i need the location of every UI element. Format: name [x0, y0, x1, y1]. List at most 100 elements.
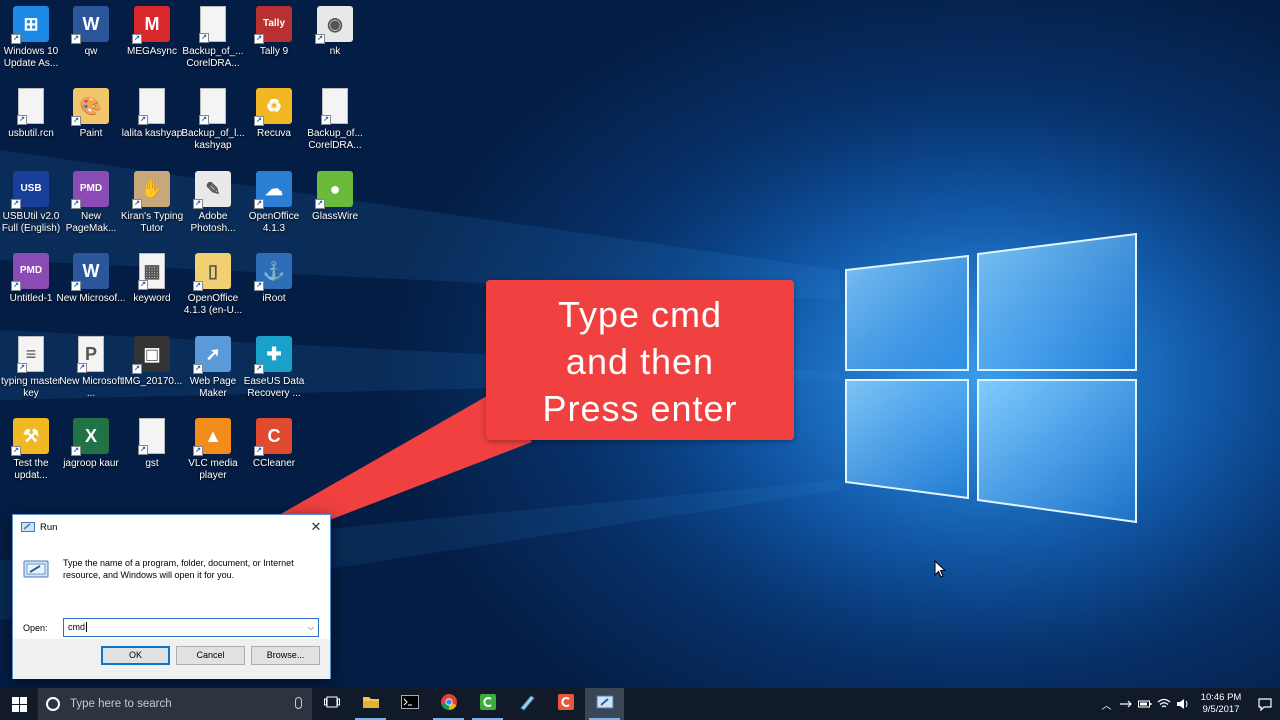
cancel-button[interactable]: Cancel: [176, 646, 245, 665]
run-app-icon: [596, 695, 614, 714]
shortcut-arrow-icon: ↗: [193, 446, 203, 456]
desktop-icon[interactable]: ✋ ↗ Kiran's Typing Tutor: [121, 165, 183, 245]
desktop-icon[interactable]: ✎ ↗ Adobe Photosh...: [182, 165, 244, 245]
desktop-icon-label: Kiran's Typing Tutor: [120, 211, 184, 234]
close-icon[interactable]: ✕: [308, 519, 324, 535]
shortcut-arrow-icon: ↗: [254, 116, 264, 126]
desktop-icon[interactable]: ⚒ ↗ Test the updat...: [0, 412, 62, 492]
desktop-icon[interactable]: ↗ Backup_of_... CorelDRA...: [182, 0, 244, 80]
taskbar-clock[interactable]: 10:46 PM 9/5/2017: [1196, 692, 1246, 716]
desktop-icon[interactable]: ▣ ↗ IMG_20170...: [121, 330, 183, 410]
desktop-icon-label: New Microsoft ...: [59, 376, 123, 399]
open-combobox[interactable]: cmd ⌵: [63, 618, 319, 637]
browse-button[interactable]: Browse...: [251, 646, 320, 665]
desktop-icon-glyph: ⚒: [22, 426, 40, 446]
shortcut-arrow-icon: ↗: [17, 115, 27, 125]
desktop-icon-glyph: ♻: [265, 96, 283, 116]
shortcut-arrow-icon: ↗: [138, 445, 148, 455]
shortcut-arrow-icon: ↗: [254, 446, 264, 456]
desktop-icon[interactable]: ↗ usbutil.rcn: [0, 82, 62, 162]
taskbar-app-task-view[interactable]: [312, 688, 351, 720]
shortcut-arrow-icon: ↗: [11, 446, 21, 456]
taskbar-app-camtasia[interactable]: [468, 688, 507, 720]
desktop-icon[interactable]: C ↗ CCleaner: [243, 412, 305, 492]
shortcut-arrow-icon: ↗: [321, 115, 331, 125]
taskbar-app-paint-tool[interactable]: [507, 688, 546, 720]
taskbar-app-command-prompt[interactable]: [390, 688, 429, 720]
blank-file-icon: ↗: [199, 6, 226, 43]
desktop-icon-label: keyword: [133, 293, 171, 304]
desktop-icon-label: Adobe Photosh...: [190, 211, 236, 234]
run-body: Type the name of a program, folder, docu…: [13, 539, 330, 638]
desktop-icon-label: Web Page Maker: [189, 376, 237, 399]
desktop-icon[interactable]: ● ↗ GlassWire: [304, 165, 366, 245]
shortcut-arrow-icon: ↗: [17, 363, 27, 373]
desktop-icon[interactable]: ↗ Backup_of... CorelDRA...: [304, 82, 366, 162]
chevron-down-icon[interactable]: ⌵: [308, 619, 314, 636]
desktop-icon-glyph: PMD: [79, 183, 103, 194]
shortcut-arrow-icon: ↗: [138, 280, 148, 290]
desktop-icon[interactable]: ↗ lalita kashyap: [121, 82, 183, 162]
desktop-icon[interactable]: USB ↗ USBUtil v2.0 Full (English): [0, 165, 62, 245]
volume-icon[interactable]: [1173, 688, 1192, 720]
clock-time: 10:46 PM: [1200, 692, 1242, 703]
desktop-icon[interactable]: ⚓ ↗ iRoot: [243, 247, 305, 327]
usb-device-icon[interactable]: [1116, 688, 1135, 720]
chevron-up-icon[interactable]: ︿: [1097, 688, 1116, 720]
paint-palette-icon: 🎨 ↗: [71, 88, 109, 126]
desktop-icon[interactable]: ↗ gst: [121, 412, 183, 492]
desktop-icon[interactable]: ⊞ ↗ Windows 10 Update As...: [0, 0, 62, 80]
ok-button[interactable]: OK: [101, 646, 170, 665]
desktop-icon-label: MEGAsync: [126, 46, 177, 57]
desktop-icon[interactable]: Tally ↗ Tally 9: [243, 0, 305, 80]
desktop-icon[interactable]: X ↗ jagroop kaur: [60, 412, 122, 492]
desktop-icon[interactable]: W ↗ qw: [60, 0, 122, 80]
desktop-icon-glyph: X: [84, 426, 97, 446]
shortcut-arrow-icon: ↗: [199, 115, 209, 125]
desktop-icon[interactable]: ▯ ↗ OpenOffice 4.1.3 (en-U...: [182, 247, 244, 327]
desktop-icon-glyph: W: [82, 14, 100, 34]
search-placeholder: Type here to search: [70, 698, 172, 710]
taskbar-search-box[interactable]: Type here to search: [38, 688, 312, 720]
taskbar-app-run-app[interactable]: [585, 688, 624, 720]
blank-file-icon: ↗: [138, 418, 165, 455]
desktop-icon[interactable]: ◉ ↗ nk: [304, 0, 366, 80]
desktop-icon[interactable]: ≡ ↗ typing master key: [0, 330, 62, 410]
wifi-icon[interactable]: [1154, 688, 1173, 720]
desktop-icon[interactable]: ✚ ↗ EaseUS Data Recovery ...: [243, 330, 305, 410]
desktop-icon[interactable]: ➚ ↗ Web Page Maker: [182, 330, 244, 410]
action-center-icon[interactable]: [1250, 697, 1280, 711]
desktop-icon[interactable]: ▦ ↗ keyword: [121, 247, 183, 327]
blank-file-icon: ↗: [17, 88, 44, 125]
desktop-icon-label: Backup_of... CorelDRA...: [307, 128, 363, 151]
desktop-icon[interactable]: 🎨 ↗ Paint: [60, 82, 122, 162]
desktop-icon[interactable]: W ↗ New Microsof...: [57, 247, 125, 327]
desktop-icon-label: New Microsof...: [56, 293, 126, 304]
taskbar-app-chrome[interactable]: [429, 688, 468, 720]
windows-update-icon: ⊞ ↗: [11, 6, 49, 44]
desktop-icon[interactable]: PMD ↗ New PageMak...: [60, 165, 122, 245]
desktop-icon[interactable]: M ↗ MEGAsync: [121, 0, 183, 80]
word-doc-icon: W ↗: [71, 6, 109, 44]
taskbar-app-file-explorer[interactable]: [351, 688, 390, 720]
run-titlebar[interactable]: Run: [13, 515, 330, 539]
desktop-icon[interactable]: ↗ Backup_of_l... kashyap: [181, 82, 245, 162]
shortcut-arrow-icon: ↗: [71, 34, 81, 44]
desktop-icon[interactable]: ♻ ↗ Recuva: [243, 82, 305, 162]
start-button[interactable]: [0, 688, 38, 720]
desktop-icon[interactable]: ☁ ↗ OpenOffice 4.1.3: [243, 165, 305, 245]
taskbar-app-camtasia-recorder[interactable]: [546, 688, 585, 720]
open-label: Open:: [23, 623, 48, 633]
shortcut-arrow-icon: ↗: [193, 281, 203, 291]
desktop-icon-label: Backup_of_... CorelDRA...: [182, 46, 244, 69]
shortcut-arrow-icon: ↗: [132, 34, 142, 44]
battery-icon[interactable]: [1135, 688, 1154, 720]
open-input-value[interactable]: cmd: [68, 622, 85, 632]
desktop-icon[interactable]: P ↗ New Microsoft ...: [59, 330, 123, 410]
shortcut-arrow-icon: ↗: [254, 281, 264, 291]
desktop-icon[interactable]: PMD ↗ Untitled-1: [0, 247, 62, 327]
chrome-icon: [440, 693, 458, 716]
blank-file-icon: ↗: [199, 88, 226, 125]
microphone-icon[interactable]: [295, 697, 302, 709]
desktop-icon[interactable]: ▲ ↗ VLC media player: [182, 412, 244, 492]
